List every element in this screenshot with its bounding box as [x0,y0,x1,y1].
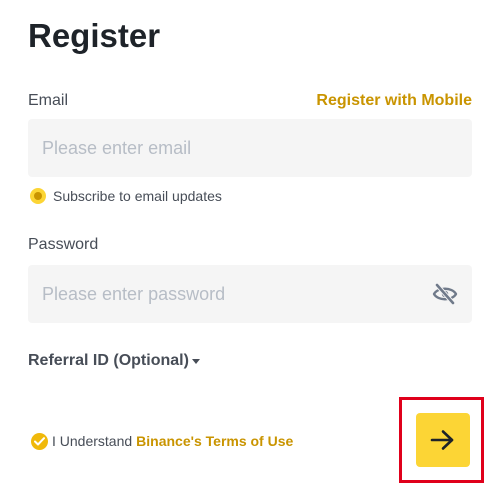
subscribe-radio[interactable] [30,188,46,204]
checkmark-icon [34,436,45,445]
password-label: Password [28,236,99,253]
radio-dot-icon [34,192,42,200]
terms-agreement: I Understand Binance's Terms of Use [31,431,293,451]
referral-label: Referral ID (Optional) [28,352,189,369]
next-button[interactable] [416,413,470,467]
terms-prefix: I Understand [52,433,133,449]
terms-checkbox[interactable] [31,432,48,450]
email-field-container[interactable] [28,119,472,177]
register-page: Register Email Register with Mobile Subs… [0,0,500,500]
caret-down-icon [191,358,200,364]
page-title: Register [28,17,161,54]
eye-hidden-icon[interactable] [432,282,458,306]
email-label: Email [28,92,69,109]
terms-of-use-link[interactable]: Binance's Terms of Use [136,433,293,449]
subscribe-option[interactable]: Subscribe to email updates [30,186,222,206]
register-with-mobile-link[interactable]: Register with Mobile [316,91,472,111]
arrow-right-icon [430,430,454,450]
email-input[interactable] [42,119,422,177]
password-input[interactable] [42,265,422,323]
password-field-container[interactable] [28,265,472,323]
referral-toggle[interactable]: Referral ID (Optional) [28,352,200,370]
subscribe-label: Subscribe to email updates [53,188,222,204]
